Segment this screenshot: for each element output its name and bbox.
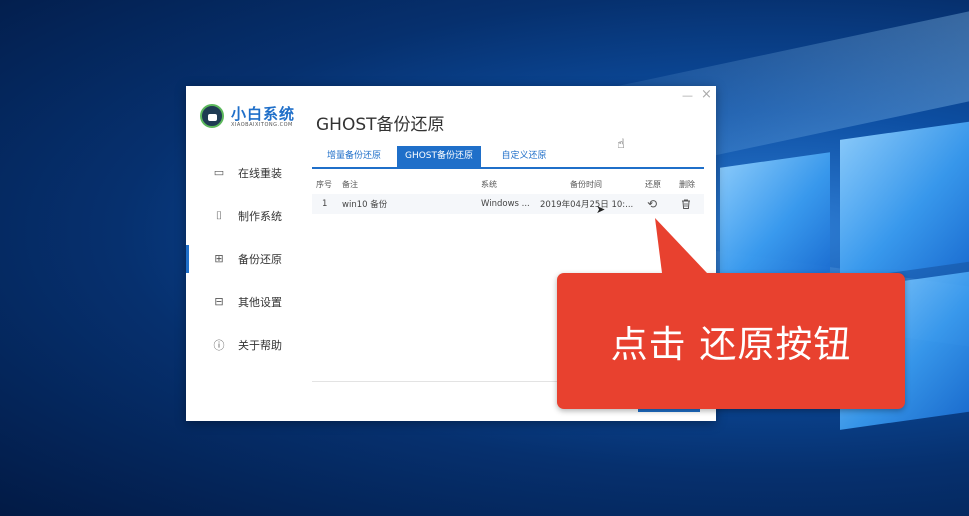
info-icon: ⓘ bbox=[213, 338, 225, 352]
arrow-cursor-icon: ➤ bbox=[596, 203, 606, 216]
header-time: 备份时间 bbox=[570, 179, 602, 189]
sidebar-item-about-help[interactable]: ⓘ 关于帮助 bbox=[186, 323, 296, 366]
sidebar-item-label: 备份还原 bbox=[238, 252, 282, 266]
monitor-icon: ▭ bbox=[213, 166, 225, 179]
row-time: 2019年04月25日 10:... bbox=[540, 200, 634, 210]
table-header: 序号 备注 系统 备份时间 还原 删除 bbox=[312, 176, 704, 192]
sidebar-item-label: 关于帮助 bbox=[238, 338, 282, 352]
header-system: 系统 bbox=[481, 179, 497, 189]
sidebar-item-label: 制作系统 bbox=[238, 209, 282, 223]
logo-icon bbox=[200, 104, 224, 128]
header-restore: 还原 bbox=[645, 179, 661, 189]
sidebar-item-label: 其他设置 bbox=[238, 295, 282, 309]
callout-text: 点击 还原按钮 bbox=[610, 323, 852, 366]
table-row[interactable]: 1 win10 备份 Windows ... 2019年04月25日 10:..… bbox=[312, 194, 704, 214]
brand-name: 小白系统 bbox=[231, 105, 296, 123]
brand-sub: XIAOBAIXITONG.COM bbox=[231, 122, 293, 128]
sidebar: ▭ 在线重装 ⌷ 制作系统 ⊞ 备份还原 ⊟ 其他设置 ⓘ 关于帮助 bbox=[186, 151, 296, 366]
backup-icon: ⊞ bbox=[214, 252, 224, 265]
row-note: win10 备份 bbox=[342, 200, 388, 210]
delete-icon[interactable] bbox=[680, 194, 692, 214]
tab-custom-restore[interactable]: 自定义还原 bbox=[482, 146, 566, 167]
tab-incremental-backup[interactable]: 增量备份还原 bbox=[312, 146, 396, 167]
page-title: GHOST备份还原 bbox=[316, 115, 445, 135]
close-button[interactable]: × bbox=[701, 87, 712, 102]
minimize-button[interactable]: — bbox=[682, 89, 693, 102]
header-note: 备注 bbox=[342, 179, 358, 189]
sidebar-item-backup-restore[interactable]: ⊞ 备份还原 bbox=[186, 237, 296, 280]
sidebar-item-label: 在线重装 bbox=[238, 166, 282, 180]
sidebar-item-other-settings[interactable]: ⊟ 其他设置 bbox=[186, 280, 296, 323]
header-delete: 删除 bbox=[679, 179, 695, 189]
tab-ghost-backup[interactable]: GHOST备份还原 bbox=[397, 146, 481, 167]
callout-tail bbox=[655, 218, 707, 273]
restore-icon[interactable]: ⟲ bbox=[647, 194, 657, 214]
toolbox-icon: ⊟ bbox=[214, 295, 224, 308]
header-index: 序号 bbox=[316, 179, 332, 189]
sidebar-item-make-system[interactable]: ⌷ 制作系统 bbox=[186, 194, 296, 237]
row-system: Windows ... bbox=[481, 199, 530, 209]
tab-bar: 增量备份还原 GHOST备份还原 自定义还原 bbox=[312, 146, 704, 169]
row-index: 1 bbox=[322, 199, 328, 209]
instruction-callout: 点击 还原按钮 bbox=[557, 218, 905, 409]
sidebar-item-online-reinstall[interactable]: ▭ 在线重装 bbox=[186, 151, 296, 194]
hand-cursor-icon: ☝ bbox=[617, 137, 625, 152]
usb-icon: ⌷ bbox=[215, 208, 223, 222]
brand-logo: 小白系统 XIAOBAIXITONG.COM bbox=[200, 102, 300, 132]
